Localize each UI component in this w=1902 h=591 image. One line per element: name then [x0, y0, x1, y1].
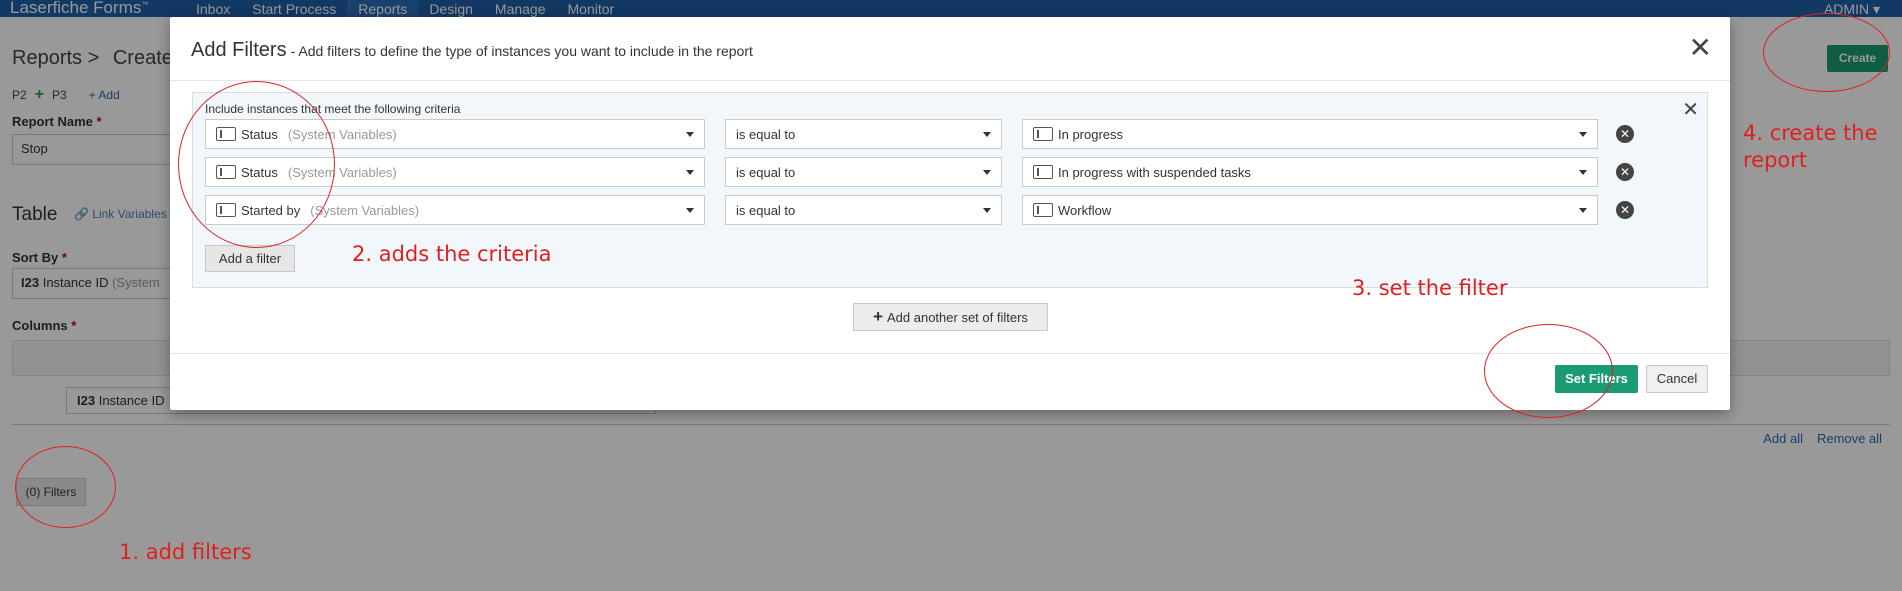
filter-operator-select[interactable]: is equal to [725, 157, 1002, 187]
chevron-down-icon [983, 208, 991, 213]
remove-filter-icon[interactable]: ✕ [1616, 163, 1634, 181]
annotation-step3: 3. set the filter [1352, 276, 1508, 300]
annotation-circle-set-filters [1484, 324, 1613, 418]
add-filter-button[interactable]: Add a filter [205, 245, 295, 272]
remove-filter-icon[interactable]: ✕ [1616, 125, 1634, 143]
filter-value-select[interactable]: In progress with suspended tasks [1022, 157, 1598, 187]
filter-value-select[interactable]: In progress [1022, 119, 1598, 149]
filter-row: Status (System Variables) is equal to In … [205, 157, 1705, 187]
chevron-down-icon [1579, 208, 1587, 213]
filter-row: Started by (System Variables) is equal to… [205, 195, 1705, 225]
filter-row: Status (System Variables) is equal to In … [205, 119, 1705, 149]
annotation-step4: 4. create the report [1743, 121, 1878, 172]
add-filter-set-button[interactable]: + Add another set of filters [853, 303, 1048, 331]
annotation-step2: 2. adds the criteria [352, 242, 552, 266]
dialog-subtitle: - Add filters to define the type of inst… [290, 43, 753, 59]
field-icon [1033, 203, 1053, 217]
annotation-circle-criteria [178, 81, 335, 248]
field-icon [1033, 165, 1053, 179]
dialog-title: Add Filters - Add filters to define the t… [191, 39, 753, 61]
chevron-down-icon [1579, 170, 1587, 175]
close-icon[interactable]: ✕ [1689, 34, 1712, 62]
chevron-down-icon [686, 208, 694, 213]
field-icon [1033, 127, 1053, 141]
cancel-button[interactable]: Cancel [1646, 365, 1708, 393]
plus-icon: + [873, 307, 883, 326]
remove-filter-icon[interactable]: ✕ [1616, 201, 1634, 219]
annotation-circle-create [1763, 13, 1890, 92]
chevron-down-icon [686, 132, 694, 137]
chevron-down-icon [686, 170, 694, 175]
chevron-down-icon [1579, 132, 1587, 137]
chevron-down-icon [983, 132, 991, 137]
filter-operator-select[interactable]: is equal to [725, 119, 1002, 149]
annotation-step1: 1. add filters [119, 540, 252, 564]
annotation-circle-filters [15, 446, 116, 528]
dialog-header: Add Filters - Add filters to define the t… [170, 17, 1730, 81]
chevron-down-icon [983, 170, 991, 175]
filter-operator-select[interactable]: is equal to [725, 195, 1002, 225]
filter-value-select[interactable]: Workflow [1022, 195, 1598, 225]
